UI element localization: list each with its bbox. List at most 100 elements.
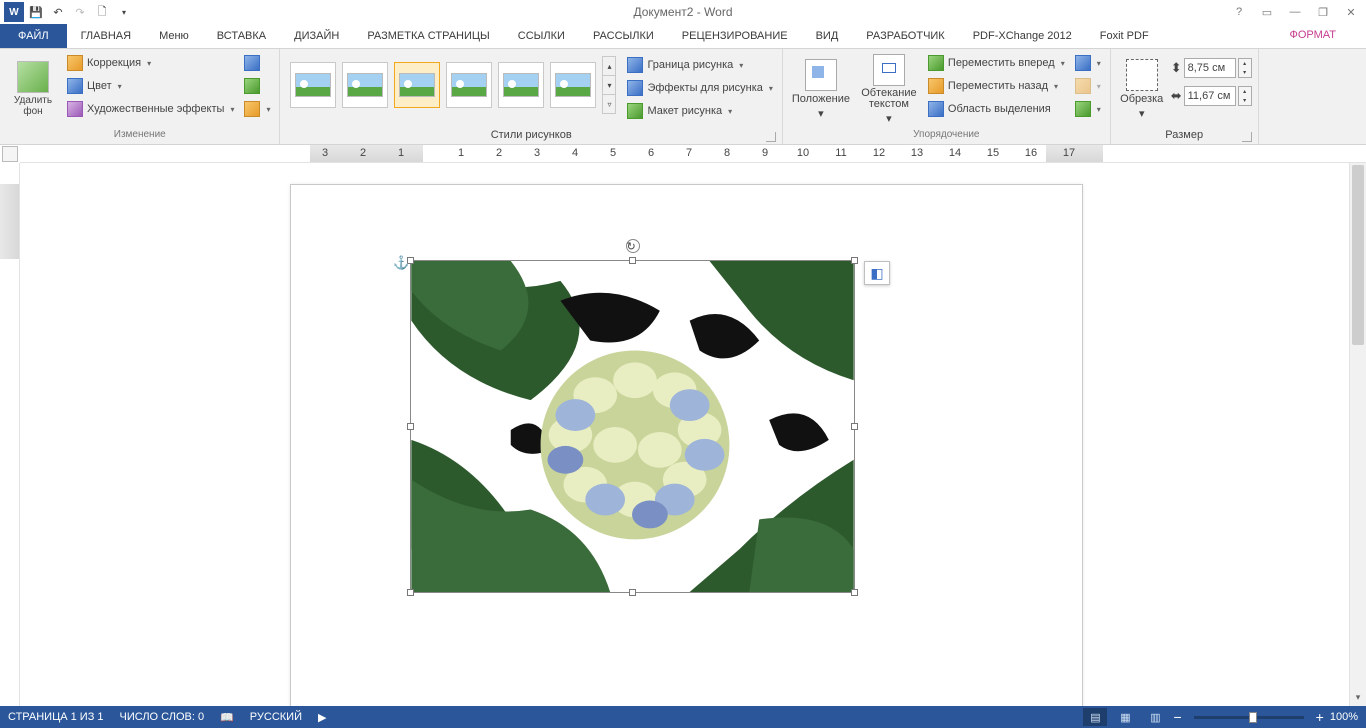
tab-format[interactable]: ФОРМАТ	[1260, 24, 1366, 48]
height-icon: ⬍	[1171, 60, 1182, 76]
resize-handle-br[interactable]	[851, 589, 858, 596]
macro-icon[interactable]: ▶	[318, 711, 326, 724]
style-item-3[interactable]	[394, 62, 440, 108]
horizontal-ruler[interactable]: 3 2 1 1 2 3 4 5 6 7 8 9 10 11 12 13 14 1…	[20, 145, 1366, 163]
height-input[interactable]	[1184, 58, 1236, 78]
rotate-icon	[1075, 101, 1091, 117]
scroll-down-icon[interactable]: ▾	[1350, 689, 1366, 706]
word-icon[interactable]: W	[4, 2, 24, 22]
zoom-thumb[interactable]	[1249, 712, 1257, 723]
zoom-out-icon[interactable]: −	[1173, 709, 1181, 725]
ribbon-options-icon[interactable]: ▭	[1256, 1, 1278, 23]
bring-forward-button[interactable]: Переместить вперед▾	[925, 52, 1068, 74]
selection-pane-button[interactable]: Область выделения	[925, 98, 1068, 120]
tab-selector[interactable]	[2, 146, 18, 162]
color-button[interactable]: Цвет▾	[64, 75, 237, 97]
page-status[interactable]: СТРАНИЦА 1 ИЗ 1	[8, 711, 104, 723]
corrections-button[interactable]: Коррекция▾	[64, 52, 237, 74]
tab-pdfxchange[interactable]: PDF-XChange 2012	[959, 24, 1086, 48]
save-icon[interactable]: 💾	[26, 2, 46, 22]
size-launcher-icon[interactable]	[1242, 132, 1252, 142]
close-icon[interactable]: ✕	[1340, 1, 1362, 23]
change-picture-icon	[244, 78, 260, 94]
backward-icon	[928, 78, 944, 94]
position-button[interactable]: Положение▾	[789, 52, 853, 126]
picture-border-button[interactable]: Граница рисунка▾	[624, 54, 775, 76]
proofing-icon[interactable]: 📖	[220, 711, 234, 724]
align-button[interactable]: ▾	[1072, 52, 1104, 74]
height-spinner[interactable]: ▴▾	[1238, 58, 1252, 78]
redo-icon[interactable]: ↷	[70, 2, 90, 22]
group-icon	[1075, 78, 1091, 94]
help-icon[interactable]: ?	[1228, 1, 1250, 23]
tab-design[interactable]: ДИЗАЙН	[280, 24, 353, 48]
zoom-slider[interactable]	[1194, 716, 1304, 719]
selected-picture[interactable]: ↻ ⚓ ◧	[410, 260, 855, 593]
compress-button[interactable]	[241, 52, 273, 74]
resize-handle-b[interactable]	[629, 589, 636, 596]
styles-launcher-icon[interactable]	[766, 132, 776, 142]
resize-handle-r[interactable]	[851, 423, 858, 430]
artistic-effects-button[interactable]: Художественные эффекты▾	[64, 98, 237, 120]
tab-home[interactable]: ГЛАВНАЯ	[67, 24, 145, 48]
tab-review[interactable]: РЕЦЕНЗИРОВАНИЕ	[668, 24, 802, 48]
layout-options-button[interactable]: ◧	[864, 261, 890, 285]
resize-handle-tr[interactable]	[851, 257, 858, 264]
style-item-2[interactable]	[342, 62, 388, 108]
width-input[interactable]	[1184, 86, 1236, 106]
wrap-text-button[interactable]: Обтекание текстом▾	[857, 52, 921, 126]
width-field: ⬌ ▴▾	[1171, 86, 1252, 106]
zoom-level[interactable]: 100%	[1330, 711, 1358, 723]
tab-insert[interactable]: ВСТАВКА	[203, 24, 280, 48]
resize-handle-t[interactable]	[629, 257, 636, 264]
word-count[interactable]: ЧИСЛО СЛОВ: 0	[120, 711, 205, 723]
rotate-button[interactable]: ▾	[1072, 98, 1104, 120]
gallery-down-icon[interactable]: ▾	[603, 76, 615, 95]
resize-handle-bl[interactable]	[407, 589, 414, 596]
style-item-4[interactable]	[446, 62, 492, 108]
view-print-icon[interactable]: ▤	[1083, 708, 1107, 726]
vertical-ruler[interactable]	[0, 163, 20, 706]
gallery-up-icon[interactable]: ▴	[603, 57, 615, 76]
scroll-thumb[interactable]	[1352, 165, 1364, 345]
tab-layout[interactable]: РАЗМЕТКА СТРАНИЦЫ	[353, 24, 503, 48]
reset-button[interactable]: ▾	[241, 98, 273, 120]
compress-icon	[244, 55, 260, 71]
vertical-scrollbar[interactable]: ▴ ▾	[1349, 163, 1366, 706]
tab-mailings[interactable]: РАССЫЛКИ	[579, 24, 668, 48]
style-item-5[interactable]	[498, 62, 544, 108]
gallery-more-icon[interactable]: ▿	[603, 95, 615, 113]
tab-view[interactable]: ВИД	[802, 24, 853, 48]
tab-foxit[interactable]: Foxit PDF	[1086, 24, 1163, 48]
view-read-icon[interactable]: ▦	[1113, 708, 1137, 726]
tab-file[interactable]: ФАЙЛ	[0, 24, 67, 48]
remove-background-button[interactable]: Удалить фон	[6, 52, 60, 126]
rotate-handle[interactable]: ↻	[626, 239, 640, 253]
view-web-icon[interactable]: ▥	[1143, 708, 1167, 726]
undo-icon[interactable]: ↶	[48, 2, 68, 22]
language-status[interactable]: РУССКИЙ	[250, 711, 302, 723]
change-picture-button[interactable]	[241, 75, 273, 97]
tab-developer[interactable]: РАЗРАБОТЧИК	[852, 24, 958, 48]
chevron-down-icon: ▾	[1139, 107, 1145, 120]
group-arrange-label: Упорядочение	[789, 128, 1104, 144]
resize-handle-l[interactable]	[407, 423, 414, 430]
width-spinner[interactable]: ▴▾	[1238, 86, 1252, 106]
qat-more-icon[interactable]: ▾	[114, 2, 134, 22]
picture-effects-button[interactable]: Эффекты для рисунка▾	[624, 77, 775, 99]
picture-layout-button[interactable]: Макет рисунка▾	[624, 100, 775, 122]
new-doc-icon[interactable]: 🗋	[92, 2, 112, 22]
tab-menu[interactable]: Меню	[145, 24, 203, 48]
maximize-icon[interactable]: ❐	[1312, 1, 1334, 23]
document-area[interactable]: ↻ ⚓ ◧	[20, 163, 1349, 706]
style-item-1[interactable]	[290, 62, 336, 108]
crop-button[interactable]: Обрезка▾	[1117, 52, 1167, 126]
chevron-down-icon: ▾	[1097, 105, 1101, 114]
send-backward-button[interactable]: Переместить назад▾	[925, 75, 1068, 97]
tab-references[interactable]: ССЫЛКИ	[504, 24, 579, 48]
zoom-in-icon[interactable]: +	[1316, 709, 1324, 725]
group-button[interactable]: ▾	[1072, 75, 1104, 97]
minimize-icon[interactable]: —	[1284, 1, 1306, 23]
anchor-icon[interactable]: ⚓	[393, 255, 409, 271]
style-item-6[interactable]	[550, 62, 596, 108]
